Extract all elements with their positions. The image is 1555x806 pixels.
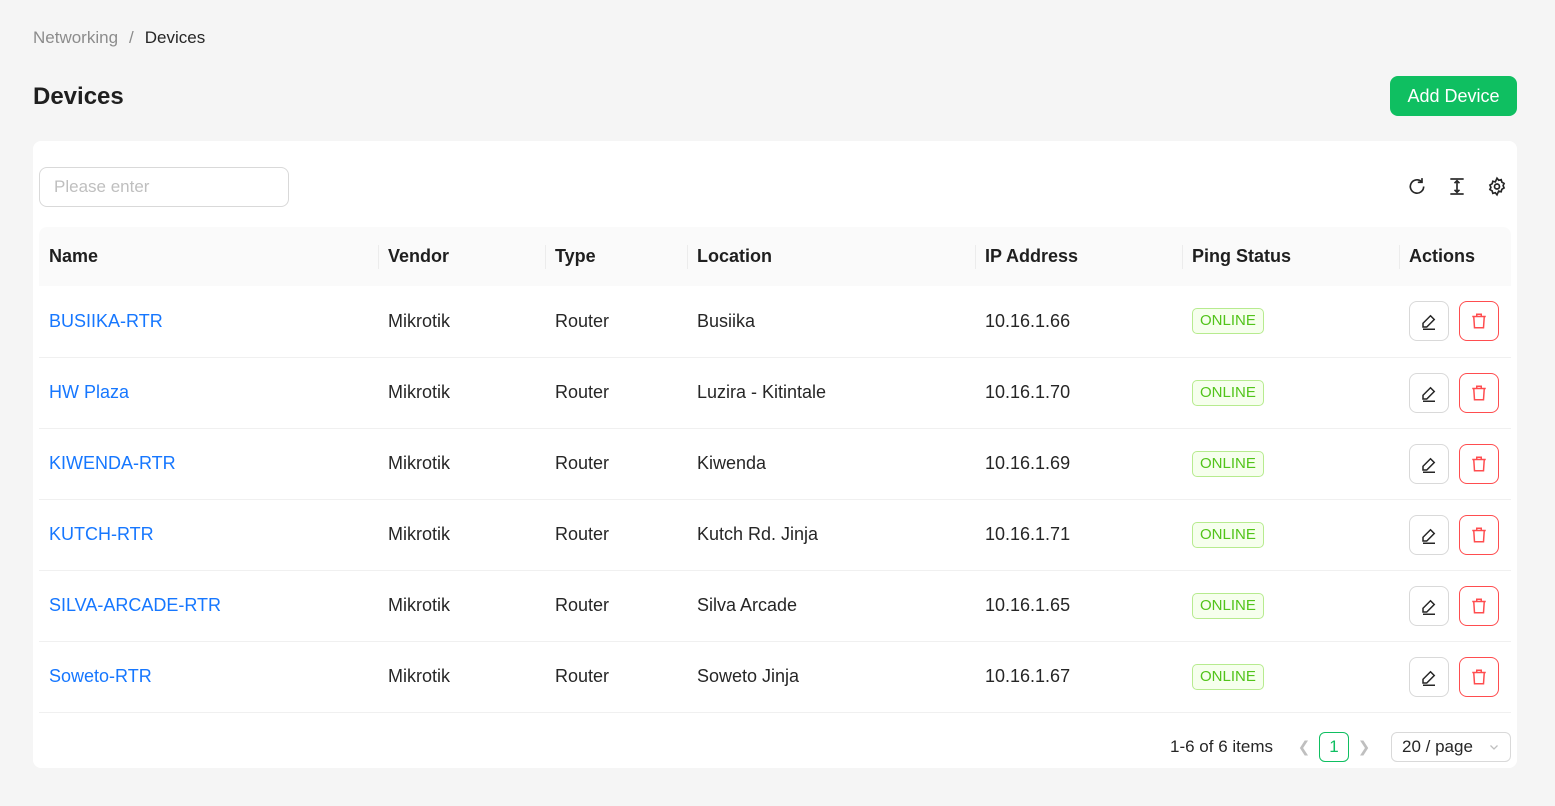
device-ip: 10.16.1.67: [975, 641, 1182, 713]
edit-button[interactable]: [1409, 656, 1449, 697]
device-type: Router: [545, 570, 687, 642]
device-name-link[interactable]: HW Plaza: [49, 382, 129, 402]
device-location: Kutch Rd. Jinja: [687, 499, 975, 571]
table-row: HW Plaza Mikrotik Router Luzira - Kitint…: [39, 357, 1511, 429]
delete-button[interactable]: [1459, 372, 1499, 413]
delete-icon: [1472, 527, 1486, 542]
column-header-actions: Actions: [1399, 227, 1511, 286]
edit-button[interactable]: [1409, 443, 1449, 484]
edit-button[interactable]: [1409, 585, 1449, 626]
device-name-link[interactable]: Soweto-RTR: [49, 666, 152, 686]
edit-icon: [1422, 528, 1436, 544]
next-page-icon[interactable]: ❯: [1353, 738, 1375, 756]
delete-button[interactable]: [1459, 443, 1499, 484]
device-vendor: Mikrotik: [378, 570, 545, 642]
column-header-ping-status: Ping Status: [1182, 227, 1399, 286]
edit-icon: [1422, 599, 1436, 615]
device-ip: 10.16.1.69: [975, 428, 1182, 500]
breadcrumb-parent-link[interactable]: Networking: [33, 28, 118, 48]
table-row: BUSIIKA-RTR Mikrotik Router Busiika 10.1…: [39, 286, 1511, 358]
edit-icon: [1422, 314, 1436, 331]
device-type: Router: [545, 641, 687, 713]
column-height-icon[interactable]: [1447, 175, 1467, 197]
edit-icon: [1422, 386, 1436, 402]
column-header-location: Location: [687, 227, 975, 286]
ping-status-badge: ONLINE: [1192, 592, 1264, 619]
device-vendor: Mikrotik: [378, 428, 545, 500]
delete-icon: [1472, 456, 1486, 471]
table-row: Soweto-RTR Mikrotik Router Soweto Jinja …: [39, 641, 1511, 713]
breadcrumb: Networking / Devices: [33, 28, 205, 48]
ping-status-badge: ONLINE: [1192, 521, 1264, 548]
pagination: 1-6 of 6 items ❮ 1 ❯ 20 / page: [1170, 732, 1511, 762]
table-row: KIWENDA-RTR Mikrotik Router Kiwenda 10.1…: [39, 428, 1511, 500]
device-location: Kiwenda: [687, 428, 975, 500]
ping-status-badge: ONLINE: [1192, 450, 1264, 477]
device-vendor: Mikrotik: [378, 357, 545, 429]
search-box: [39, 167, 289, 207]
device-vendor: Mikrotik: [378, 641, 545, 713]
page-size-value: 20 / page: [1402, 737, 1473, 756]
edit-icon: [1422, 670, 1436, 686]
delete-button[interactable]: [1459, 301, 1499, 342]
device-vendor: Mikrotik: [378, 286, 545, 358]
device-ip: 10.16.1.66: [975, 286, 1182, 358]
delete-button[interactable]: [1459, 585, 1499, 626]
table-row: SILVA-ARCADE-RTR Mikrotik Router Silva A…: [39, 570, 1511, 642]
reload-icon[interactable]: [1407, 175, 1427, 197]
device-vendor: Mikrotik: [378, 499, 545, 571]
device-name-link[interactable]: KIWENDA-RTR: [49, 453, 176, 473]
device-name-link[interactable]: BUSIIKA-RTR: [49, 311, 163, 331]
edit-icon: [1422, 457, 1436, 473]
page-number-button[interactable]: 1: [1319, 732, 1349, 762]
device-type: Router: [545, 286, 687, 358]
prev-page-icon[interactable]: ❮: [1293, 738, 1315, 756]
edit-button[interactable]: [1409, 514, 1449, 555]
settings-icon[interactable]: [1487, 175, 1507, 197]
page-size-select[interactable]: 20 / page: [1391, 732, 1511, 762]
column-header-type: Type: [545, 227, 687, 286]
device-ip: 10.16.1.65: [975, 570, 1182, 642]
ping-status-badge: ONLINE: [1192, 308, 1264, 335]
device-name-link[interactable]: SILVA-ARCADE-RTR: [49, 595, 221, 615]
device-location: Busiika: [687, 286, 975, 358]
ping-status-badge: ONLINE: [1192, 663, 1264, 690]
devices-card: Name Vendor Type Location IP Address Pin…: [33, 141, 1517, 768]
delete-button[interactable]: [1459, 514, 1499, 555]
delete-button[interactable]: [1459, 656, 1499, 697]
delete-icon: [1472, 598, 1486, 613]
table-toolbar: [1407, 175, 1507, 197]
page-title: Devices: [33, 83, 124, 110]
devices-table: Name Vendor Type Location IP Address Pin…: [39, 227, 1511, 713]
device-type: Router: [545, 357, 687, 429]
delete-icon: [1472, 669, 1486, 684]
device-ip: 10.16.1.71: [975, 499, 1182, 571]
delete-icon: [1472, 385, 1486, 400]
table-header-row: Name Vendor Type Location IP Address Pin…: [39, 227, 1511, 286]
device-name-link[interactable]: KUTCH-RTR: [49, 524, 154, 544]
column-header-ip-address: IP Address: [975, 227, 1182, 286]
column-header-name: Name: [39, 227, 378, 286]
table-row: KUTCH-RTR Mikrotik Router Kutch Rd. Jinj…: [39, 499, 1511, 571]
column-header-vendor: Vendor: [378, 227, 545, 286]
device-type: Router: [545, 428, 687, 500]
device-location: Luzira - Kitintale: [687, 357, 975, 429]
search-input[interactable]: [40, 168, 288, 206]
breadcrumb-current: Devices: [144, 28, 206, 47]
device-location: Soweto Jinja: [687, 641, 975, 713]
delete-icon: [1472, 313, 1486, 329]
edit-button[interactable]: [1409, 372, 1449, 413]
breadcrumb-separator: /: [129, 28, 134, 47]
add-device-button[interactable]: Add Device: [1390, 76, 1517, 116]
device-type: Router: [545, 499, 687, 571]
ping-status-badge: ONLINE: [1192, 379, 1264, 406]
device-location: Silva Arcade: [687, 570, 975, 642]
pagination-total: 1-6 of 6 items: [1170, 737, 1273, 756]
edit-button[interactable]: [1409, 301, 1449, 342]
device-ip: 10.16.1.70: [975, 357, 1182, 429]
chevron-down-icon: [1490, 745, 1498, 750]
